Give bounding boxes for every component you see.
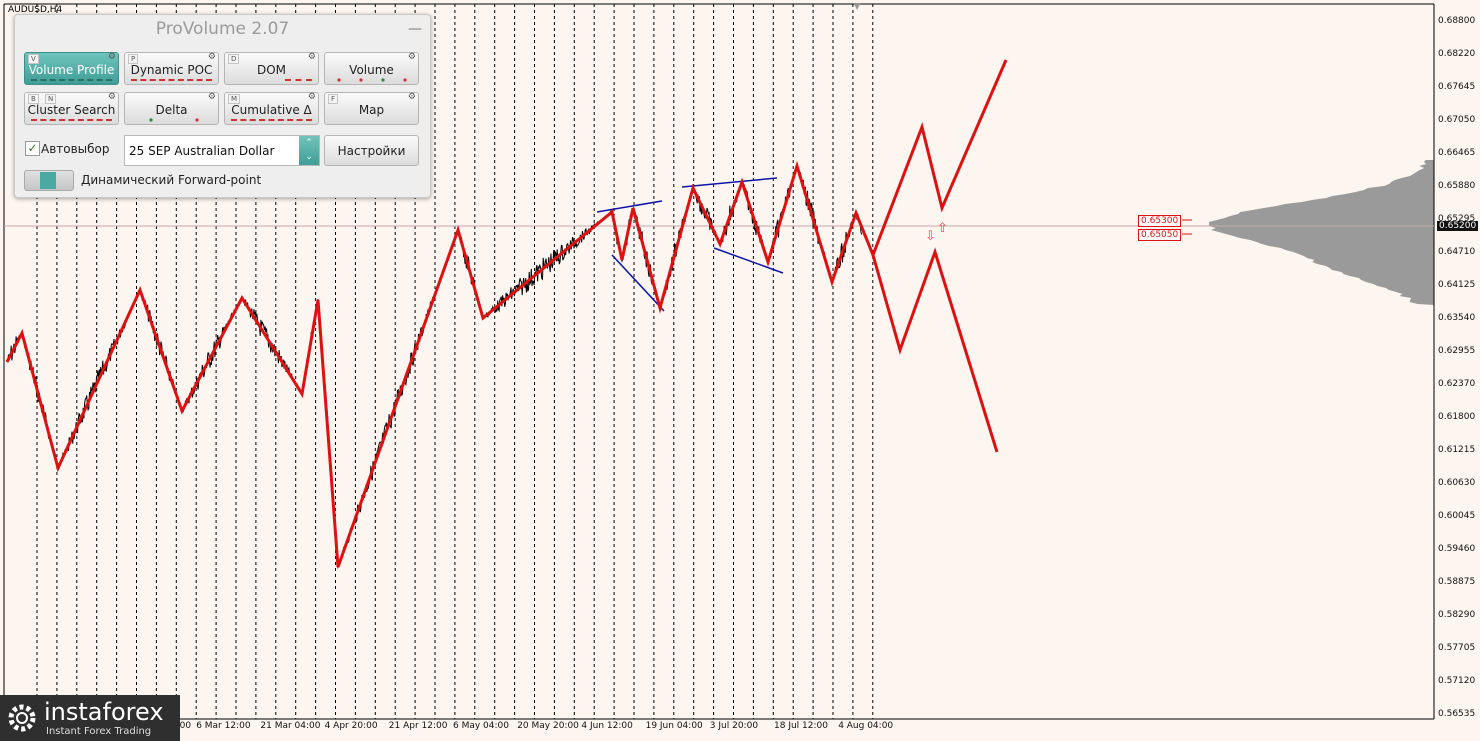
gear-icon[interactable]: ⚙ xyxy=(308,92,316,102)
price-axis-label: 0.67050 xyxy=(1438,115,1476,125)
button-label: Cumulative Δ xyxy=(231,103,312,117)
price-axis-label: 0.60630 xyxy=(1438,478,1476,488)
button-label: Настройки xyxy=(337,144,406,158)
gear-icon[interactable]: ⚙ xyxy=(108,92,116,102)
gear-logo-icon xyxy=(8,704,36,732)
settings-button[interactable]: Настройки xyxy=(324,135,419,166)
indicator-dots xyxy=(337,78,407,82)
price-axis-label: 0.66465 xyxy=(1438,148,1476,158)
gear-icon[interactable]: ⚙ xyxy=(208,52,216,62)
volume-profile-histogram xyxy=(1208,160,1434,305)
price-axis-label: 0.57120 xyxy=(1438,676,1476,686)
price-axis-label: 0.67645 xyxy=(1438,82,1476,92)
indicator-dashes xyxy=(285,77,312,81)
trendline xyxy=(596,200,663,213)
instrument-select[interactable]: 25 SEP Australian Dollar ⌃ ⌄ xyxy=(124,135,320,166)
indicator-dashes xyxy=(231,117,312,121)
time-axis-label: 6 Mar 12:00 xyxy=(196,721,251,731)
arrow-up-icon: ⇧ xyxy=(937,221,948,236)
arrow-down-icon: ⇩ xyxy=(925,229,936,244)
current-price-tag: 0.65200 xyxy=(1437,221,1479,231)
gear-icon[interactable]: ⚙ xyxy=(208,92,216,102)
price-axis-label: 0.64710 xyxy=(1438,247,1476,257)
time-axis-label: 21 Mar 04:00 xyxy=(260,721,321,731)
auto-select-checkbox[interactable]: ✓ xyxy=(25,141,40,156)
price-axis-label: 0.62370 xyxy=(1438,379,1476,389)
indicator-dashes xyxy=(131,77,212,81)
time-axis-label: 18 Jul 12:00 xyxy=(774,721,828,731)
price-axis-label: 0.60045 xyxy=(1438,511,1476,521)
panel-title: ProVolume 2.07 xyxy=(155,19,290,39)
cluster-search-button[interactable]: B N ⚙ Cluster Search xyxy=(24,92,119,125)
gear-icon[interactable]: ⚙ xyxy=(408,92,416,102)
price-axis-label: 0.59460 xyxy=(1438,544,1476,554)
price-axis-label: 0.65880 xyxy=(1438,181,1476,191)
price-axis-label: 0.68800 xyxy=(1438,16,1476,26)
gear-icon[interactable]: ⚙ xyxy=(408,52,416,62)
price-axis-label: 0.57705 xyxy=(1438,643,1476,653)
map-button[interactable]: F ⚙ Map xyxy=(324,92,419,125)
time-axis-label: 3 Jul 20:00 xyxy=(709,721,759,731)
scroll-marker-icon[interactable]: ▼ xyxy=(854,2,861,11)
logo-tagline: Instant Forex Trading xyxy=(46,726,152,737)
logo-name: instaforex xyxy=(44,698,164,726)
dynamic-poc-button[interactable]: P ⚙ Dynamic POC xyxy=(124,52,219,85)
auto-select-label: Автовыбор xyxy=(41,142,110,156)
button-label: Map xyxy=(358,103,385,117)
button-label: Cluster Search xyxy=(27,103,116,117)
cumulative-delta-button[interactable]: M ⚙ Cumulative Δ xyxy=(224,92,319,125)
provolume-panel[interactable]: ProVolume 2.07 — V ⚙ Volume Profile P ⚙ … xyxy=(14,14,431,198)
button-label: DOM xyxy=(256,63,287,77)
time-axis-label: 6 May 04:00 xyxy=(453,721,509,731)
zigzag-forecast-down xyxy=(871,247,999,453)
spinner-arrows-icon[interactable]: ⌃ ⌄ xyxy=(299,136,319,165)
indicator-dashes xyxy=(31,77,112,81)
minimize-icon[interactable]: — xyxy=(408,21,422,37)
time-axis-label: 4 Jun 12:00 xyxy=(581,721,633,731)
button-label: Delta xyxy=(155,103,188,117)
delta-button[interactable]: ⚙ Delta xyxy=(124,92,219,125)
time-axis-label: 19 Jun 04:00 xyxy=(645,721,703,731)
trendline xyxy=(611,254,665,312)
level-lines xyxy=(1182,219,1192,235)
dom-button[interactable]: D ⚙ DOM xyxy=(224,52,319,85)
forward-point-label: Динамический Forward-point xyxy=(81,173,262,187)
instrument-value: 25 SEP Australian Dollar xyxy=(129,144,275,158)
price-axis-label: 0.61800 xyxy=(1438,412,1476,422)
toggle-knob xyxy=(40,172,56,189)
direction-arrows: ⇧ ⇩ xyxy=(925,221,948,244)
time-axis-label: 20 May 20:00 xyxy=(517,721,579,731)
price-axis-label: 0.56535 xyxy=(1438,709,1476,719)
forward-point-toggle[interactable] xyxy=(24,170,74,191)
price-axis-label: 0.68220 xyxy=(1438,49,1476,59)
price-axis-label: 0.62955 xyxy=(1438,346,1476,356)
gear-icon[interactable]: ⚙ xyxy=(308,52,316,62)
price-axis-label: 0.58875 xyxy=(1438,577,1476,587)
indicator-dots xyxy=(149,118,199,122)
trading-terminal: ⇧ ⇩ ▼ AUDUSD,H4 0.68800 0.68220 0.67645 0.6… xyxy=(0,0,1480,741)
trendline xyxy=(681,177,778,188)
gear-icon[interactable]: ⚙ xyxy=(108,52,116,62)
level-tag-upper: 0.65300 xyxy=(1138,215,1182,227)
indicator-dashes xyxy=(31,117,112,121)
button-label: Volume xyxy=(349,63,394,77)
volume-profile-button[interactable]: V ⚙ Volume Profile xyxy=(24,52,119,85)
level-tag-lower: 0.65050 xyxy=(1138,229,1182,241)
price-axis-label: 0.64125 xyxy=(1438,280,1476,290)
instaforex-logo: instaforex Instant Forex Trading xyxy=(0,695,180,741)
price-axis-label: 0.61215 xyxy=(1438,445,1476,455)
button-label: Volume Profile xyxy=(28,63,115,77)
button-label: Dynamic POC xyxy=(130,63,213,77)
time-axis-label: 4 Aug 04:00 xyxy=(838,721,894,731)
time-axis-label: 21 Apr 12:00 xyxy=(388,721,448,731)
price-axis-label: 0.63540 xyxy=(1438,313,1476,323)
time-axis-label: 4 Apr 20:00 xyxy=(324,721,378,731)
volume-button[interactable]: ⚙ Volume xyxy=(324,52,419,85)
price-axis-label: 0.58290 xyxy=(1438,610,1476,620)
